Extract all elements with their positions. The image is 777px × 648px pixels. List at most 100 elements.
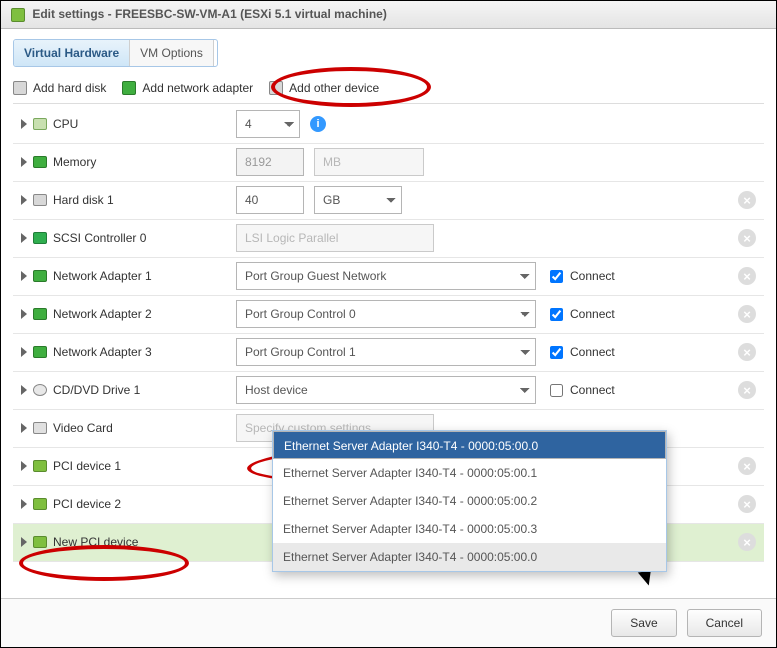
remove-button[interactable]: ×: [738, 457, 756, 475]
add-network-adapter-button[interactable]: Add network adapter: [122, 81, 253, 95]
cancel-button[interactable]: Cancel: [687, 609, 762, 637]
nic2-select[interactable]: Port Group Control 0: [236, 300, 536, 328]
disk-unit-select[interactable]: GB: [314, 186, 402, 214]
row-label: CD/DVD Drive 1: [53, 383, 140, 397]
remove-button[interactable]: ×: [738, 495, 756, 513]
tab-vm-options[interactable]: VM Options: [130, 40, 214, 66]
row-hard-disk-1: Hard disk 1 GB ×: [13, 182, 764, 220]
dialog-title: Edit settings - FREESBC-SW-VM-A1 (ESXi 5…: [32, 7, 386, 21]
dropdown-option[interactable]: Ethernet Server Adapter I340-T4 - 0000:0…: [273, 515, 666, 543]
checkbox[interactable]: [550, 308, 563, 321]
dialog-footer: Save Cancel: [1, 598, 776, 647]
toolbar: Add hard disk Add network adapter Add ot…: [13, 77, 764, 104]
remove-button[interactable]: ×: [738, 343, 756, 361]
expand-icon[interactable]: [21, 195, 27, 205]
remove-button[interactable]: ×: [738, 305, 756, 323]
dropdown-option[interactable]: Ethernet Server Adapter I340-T4 - 0000:0…: [273, 431, 666, 459]
remove-button[interactable]: ×: [738, 267, 756, 285]
connect-label: Connect: [570, 383, 615, 397]
tab-virtual-hardware[interactable]: Virtual Hardware: [14, 40, 130, 66]
hard-disk-icon: [13, 81, 27, 95]
row-scsi-controller-0: SCSI Controller 0 LSI Logic Parallel ×: [13, 220, 764, 258]
nic3-connect-checkbox[interactable]: Connect: [546, 343, 615, 362]
row-label: Memory: [53, 155, 96, 169]
cd-icon: [33, 384, 47, 396]
nic-icon: [33, 308, 47, 320]
row-network-adapter-1: Network Adapter 1 Port Group Guest Netwo…: [13, 258, 764, 296]
other-device-icon: [269, 81, 283, 95]
expand-icon[interactable]: [21, 233, 27, 243]
memory-unit-select[interactable]: MB: [314, 148, 424, 176]
add-other-device-button[interactable]: Add other device: [269, 81, 379, 95]
checkbox[interactable]: [550, 346, 563, 359]
row-label: Hard disk 1: [53, 193, 114, 207]
toolbar-label: Add hard disk: [33, 81, 106, 95]
expand-icon[interactable]: [21, 537, 27, 547]
expand-icon[interactable]: [21, 119, 27, 129]
dialog-titlebar: Edit settings - FREESBC-SW-VM-A1 (ESXi 5…: [1, 1, 776, 29]
row-label: PCI device 1: [53, 459, 121, 473]
pci-device-dropdown[interactable]: Ethernet Server Adapter I340-T4 - 0000:0…: [272, 430, 667, 572]
row-label: Network Adapter 2: [53, 307, 152, 321]
dropdown-option[interactable]: Ethernet Server Adapter I340-T4 - 0000:0…: [273, 459, 666, 487]
network-adapter-icon: [122, 81, 136, 95]
remove-button[interactable]: ×: [738, 533, 756, 551]
dropdown-selected-display[interactable]: Ethernet Server Adapter I340-T4 - 0000:0…: [273, 543, 666, 571]
connect-label: Connect: [570, 345, 615, 359]
add-hard-disk-button[interactable]: Add hard disk: [13, 81, 106, 95]
pci-icon: [33, 536, 47, 548]
cpu-icon: [33, 118, 47, 130]
row-label: Network Adapter 3: [53, 345, 152, 359]
scsi-icon: [33, 232, 47, 244]
video-icon: [33, 422, 47, 434]
hard-disk-icon: [33, 194, 47, 206]
row-network-adapter-3: Network Adapter 3 Port Group Control 1 C…: [13, 334, 764, 372]
info-icon[interactable]: i: [310, 116, 326, 132]
row-label: New PCI device: [53, 535, 138, 549]
row-memory: Memory MB: [13, 144, 764, 182]
dropdown-option[interactable]: Ethernet Server Adapter I340-T4 - 0000:0…: [273, 487, 666, 515]
expand-icon[interactable]: [21, 271, 27, 281]
cpu-count-select[interactable]: 4: [236, 110, 300, 138]
vm-icon: [11, 8, 25, 22]
expand-icon[interactable]: [21, 461, 27, 471]
row-label: Video Card: [53, 421, 113, 435]
scsi-type-select[interactable]: LSI Logic Parallel: [236, 224, 434, 252]
memory-icon: [33, 156, 47, 168]
tab-bar: Virtual Hardware VM Options: [13, 39, 218, 67]
save-button[interactable]: Save: [611, 609, 676, 637]
nic1-select[interactable]: Port Group Guest Network: [236, 262, 536, 290]
row-label: PCI device 2: [53, 497, 121, 511]
toolbar-label: Add other device: [289, 81, 379, 95]
row-label: SCSI Controller 0: [53, 231, 146, 245]
nic2-connect-checkbox[interactable]: Connect: [546, 305, 615, 324]
nic1-connect-checkbox[interactable]: Connect: [546, 267, 615, 286]
row-label: Network Adapter 1: [53, 269, 152, 283]
nic-icon: [33, 270, 47, 282]
cd-connect-checkbox[interactable]: Connect: [546, 381, 615, 400]
remove-button[interactable]: ×: [738, 229, 756, 247]
disk-size-input[interactable]: [236, 186, 304, 214]
cd-select[interactable]: Host device: [236, 376, 536, 404]
expand-icon[interactable]: [21, 157, 27, 167]
toolbar-label: Add network adapter: [142, 81, 253, 95]
row-cd-dvd-drive-1: CD/DVD Drive 1 Host device Connect ×: [13, 372, 764, 410]
nic-icon: [33, 346, 47, 358]
remove-button[interactable]: ×: [738, 381, 756, 399]
memory-size-input[interactable]: [236, 148, 304, 176]
expand-icon[interactable]: [21, 385, 27, 395]
checkbox[interactable]: [550, 270, 563, 283]
expand-icon[interactable]: [21, 499, 27, 509]
nic3-select[interactable]: Port Group Control 1: [236, 338, 536, 366]
expand-icon[interactable]: [21, 423, 27, 433]
checkbox[interactable]: [550, 384, 563, 397]
connect-label: Connect: [570, 269, 615, 283]
remove-button[interactable]: ×: [738, 191, 756, 209]
row-label: CPU: [53, 117, 78, 131]
connect-label: Connect: [570, 307, 615, 321]
expand-icon[interactable]: [21, 347, 27, 357]
pci-icon: [33, 498, 47, 510]
row-cpu: CPU 4 i: [13, 106, 764, 144]
row-network-adapter-2: Network Adapter 2 Port Group Control 0 C…: [13, 296, 764, 334]
expand-icon[interactable]: [21, 309, 27, 319]
